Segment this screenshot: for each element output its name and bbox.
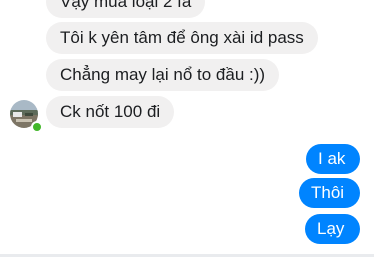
message-text: I ak (318, 149, 346, 168)
message-text: Thôi (311, 183, 345, 202)
message-text: Ck nốt 100 đi (60, 102, 161, 121)
message-text: Tôi k yên tâm để ông xài id pass (60, 28, 304, 47)
incoming-message-bubble[interactable]: Tôi k yên tâm để ông xài id pass (46, 22, 318, 54)
message-text: Lạy (317, 219, 345, 238)
message-text: Chẳng may lại nổ to đầu :)) (60, 65, 266, 84)
outgoing-message-bubble[interactable]: I ak (306, 144, 360, 174)
message-text: Vậy mua loại 2 fa (60, 0, 192, 11)
online-status-icon (31, 121, 43, 133)
outgoing-message-bubble[interactable]: Thôi (299, 178, 360, 208)
chat-conversation: Vậy mua loại 2 fa Tôi k yên tâm để ông x… (0, 0, 374, 257)
incoming-message-bubble[interactable]: Chẳng may lại nổ to đầu :)) (46, 59, 280, 91)
incoming-message-bubble[interactable]: Vậy mua loại 2 fa (46, 0, 206, 18)
incoming-message-bubble[interactable]: Ck nốt 100 đi (46, 96, 175, 128)
outgoing-message-bubble[interactable]: Lạy (305, 214, 360, 244)
